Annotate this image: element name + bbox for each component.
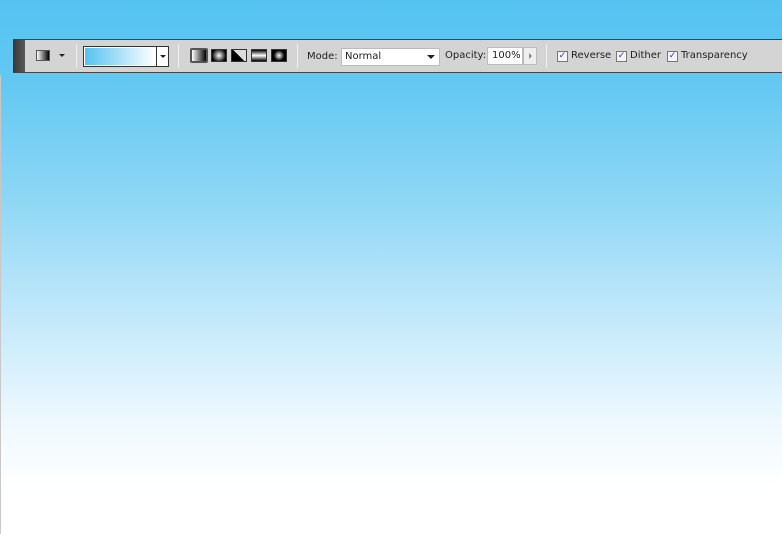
dither-label: Dither (630, 50, 662, 61)
diamond-gradient-button[interactable] (271, 49, 287, 62)
dither-checkbox[interactable]: ✓ Dither (616, 50, 661, 62)
divider (76, 44, 77, 68)
opacity-slider-button[interactable] (523, 47, 537, 65)
angle-gradient-button[interactable] (231, 49, 247, 62)
chevron-down-icon (59, 54, 65, 57)
check-icon: ✓ (557, 50, 568, 62)
radial-gradient-button[interactable] (211, 49, 227, 62)
mode-value: Normal (345, 51, 382, 62)
reverse-checkbox[interactable]: ✓ Reverse (557, 50, 611, 62)
gradient-tool-icon (36, 50, 50, 61)
gradient-dropdown-button[interactable] (156, 47, 168, 66)
transparency-checkbox[interactable]: ✓ Transparency (667, 50, 748, 62)
check-icon: ✓ (616, 50, 627, 62)
reflected-gradient-button[interactable] (251, 49, 267, 62)
opacity-input[interactable]: 100% (487, 47, 523, 65)
chevron-down-icon (159, 55, 166, 58)
gradient-preview[interactable] (84, 47, 156, 66)
tool-preset-picker[interactable] (36, 50, 65, 61)
options-bar-grip[interactable] (14, 40, 25, 72)
transparency-label: Transparency (681, 50, 748, 61)
mode-label: Mode: (307, 51, 338, 62)
divider (297, 44, 298, 68)
chevron-right-icon (528, 53, 532, 59)
linear-gradient-button[interactable] (190, 48, 208, 63)
gradient-picker[interactable] (83, 46, 169, 67)
divider (546, 44, 547, 68)
mode-select[interactable]: Normal (341, 48, 440, 66)
canvas[interactable] (0, 0, 782, 534)
check-icon: ✓ (667, 50, 678, 62)
divider (178, 44, 179, 68)
reverse-label: Reverse (571, 50, 612, 61)
options-bar: Mode: Normal Opacity: 100% ✓ Reverse ✓ D… (13, 39, 782, 73)
opacity-label: Opacity: (445, 50, 487, 61)
chevron-down-icon (427, 55, 435, 59)
